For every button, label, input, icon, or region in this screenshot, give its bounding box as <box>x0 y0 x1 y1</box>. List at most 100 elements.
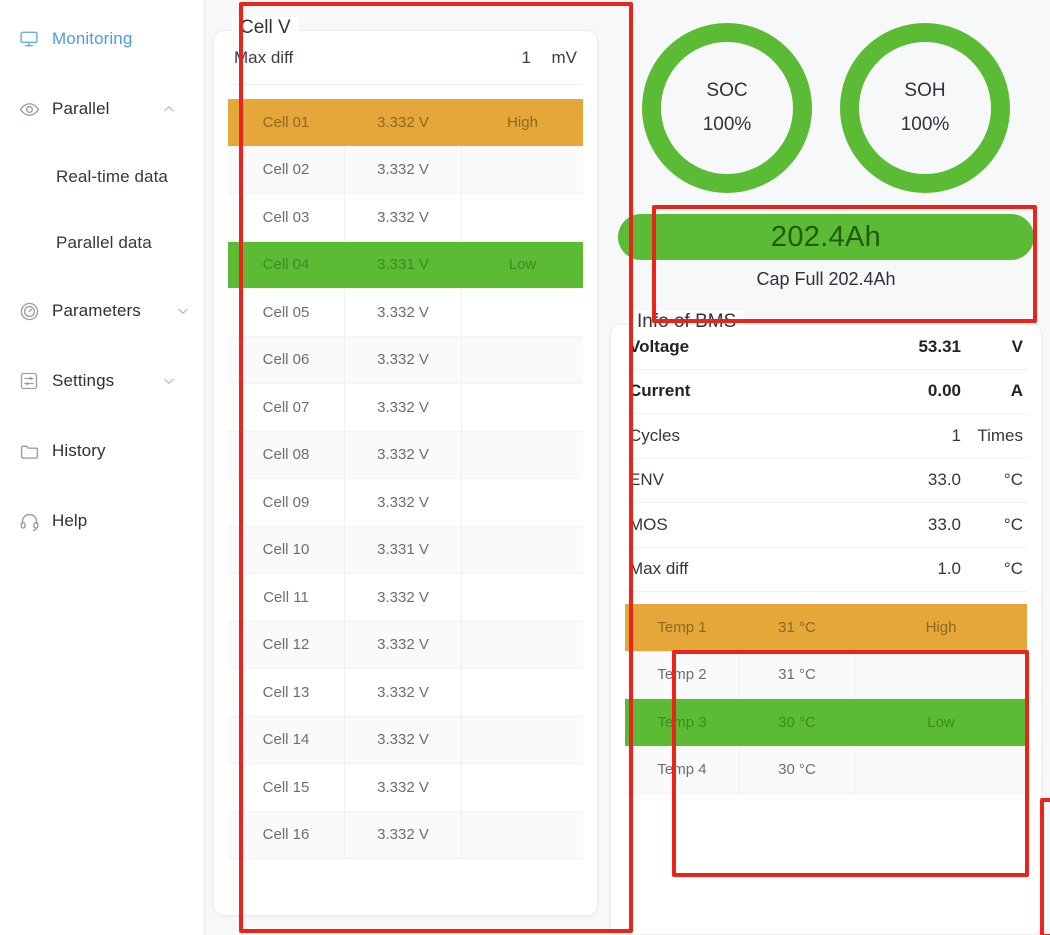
cell-voltage: 3.332 V <box>345 99 462 146</box>
sidebar-item-monitoring[interactable]: Monitoring <box>0 22 204 56</box>
cell-max-diff-row: Max diff 1 mV <box>228 31 583 85</box>
chevron-down-icon[interactable] <box>176 304 190 318</box>
cell-name: Cell 01 <box>228 99 345 146</box>
bms-info-label: ENV <box>629 470 851 490</box>
bms-info-label: Cycles <box>629 426 851 446</box>
cell-row: Cell 063.332 V <box>228 337 583 385</box>
cell-voltage: 3.332 V <box>345 717 462 764</box>
cell-name: Cell 12 <box>228 622 345 669</box>
capacity-section: 202.4Ah Cap Full 202.4Ah <box>610 208 1042 300</box>
cell-status <box>462 432 583 479</box>
chevron-up-icon[interactable] <box>162 102 176 116</box>
gauge-soh: SOH100% <box>840 23 1010 193</box>
soc-soh-gauges: SOC 100% SOH100% <box>610 8 1042 208</box>
temp-name: Temp 3 <box>625 699 740 746</box>
sidebar-item-label: History <box>52 441 106 461</box>
cell-row: Cell 093.332 V <box>228 479 583 527</box>
bms-info-label: MOS <box>629 515 851 535</box>
bms-info-row: Max diff1.0°C <box>625 548 1027 593</box>
cell-name: Cell 10 <box>228 527 345 574</box>
cell-name: Cell 11 <box>228 574 345 621</box>
cell-row: Cell 143.332 V <box>228 717 583 765</box>
bms-info-value: 33.0 <box>851 470 961 490</box>
status-column: SOC100%SOH100% 202.4Ah Cap Full 202.4Ah … <box>610 8 1042 935</box>
cell-row: Cell 073.332 V <box>228 384 583 432</box>
bms-info-value: 0.00 <box>851 381 961 401</box>
sidebar-item-label: Parameters <box>52 301 141 321</box>
sidebar-item-real-time-data[interactable]: Real-time data <box>0 162 204 192</box>
cell-voltage: 3.331 V <box>345 242 462 289</box>
sidebar-item-label: Monitoring <box>52 29 132 49</box>
capacity-subtitle: Cap Full 202.4Ah <box>618 269 1034 290</box>
sidebar-item-history[interactable]: History <box>0 434 204 468</box>
eye-icon <box>18 98 40 120</box>
temp-row: Temp 330 °CLow <box>625 699 1027 747</box>
sidebar-item-label: Parallel data <box>56 233 152 253</box>
cell-max-diff-value: 1 <box>481 48 531 68</box>
bms-info-label: Voltage <box>629 337 851 357</box>
cell-voltage: 3.332 V <box>345 432 462 479</box>
gauge-value: 100% <box>703 114 752 136</box>
cell-row: Cell 103.331 V <box>228 527 583 575</box>
temp-row: Temp 430 °C <box>625 747 1027 795</box>
cell-status <box>462 669 583 716</box>
cell-voltage: 3.332 V <box>345 147 462 194</box>
sidebar-item-parallel-data[interactable]: Parallel data <box>0 228 204 258</box>
cell-status <box>462 194 583 241</box>
temp-status <box>855 747 1027 794</box>
cell-name: Cell 05 <box>228 289 345 336</box>
cell-name: Cell 13 <box>228 669 345 716</box>
temp-status: High <box>855 604 1027 651</box>
cell-name: Cell 06 <box>228 337 345 384</box>
cell-name: Cell 08 <box>228 432 345 479</box>
monitor-icon <box>18 28 40 50</box>
cell-status <box>462 289 583 336</box>
cell-v-panel-title: Cell V <box>232 17 299 39</box>
cell-voltage: 3.331 V <box>345 527 462 574</box>
cell-voltage: 3.332 V <box>345 337 462 384</box>
cell-row: Cell 163.332 V <box>228 812 583 860</box>
cell-voltage-column: Cell V Max diff 1 mV Cell 013.332 VHighC… <box>213 8 598 935</box>
cell-v-panel: Cell V Max diff 1 mV Cell 013.332 VHighC… <box>213 30 598 916</box>
cell-status <box>462 812 583 859</box>
bms-info-value: 1.0 <box>851 559 961 579</box>
cell-status <box>462 384 583 431</box>
gauge-text: SOC 100% <box>642 23 812 193</box>
folder-icon <box>18 440 40 462</box>
cell-name: Cell 16 <box>228 812 345 859</box>
sidebar-item-help[interactable]: Help <box>0 504 204 538</box>
temp-value: 30 °C <box>740 699 855 746</box>
cell-status <box>462 479 583 526</box>
cell-row: Cell 123.332 V <box>228 622 583 670</box>
sidebar-item-parallel[interactable]: Parallel <box>0 92 204 126</box>
temperature-table: Temp 131 °CHighTemp 231 °CTemp 330 °CLow… <box>625 604 1027 794</box>
cell-voltage: 3.332 V <box>345 289 462 336</box>
temp-row: Temp 231 °C <box>625 652 1027 700</box>
bms-info-unit: V <box>961 337 1023 357</box>
bms-info-label: Max diff <box>629 559 851 579</box>
cell-voltage: 3.332 V <box>345 669 462 716</box>
sidebar-item-parameters[interactable]: Parameters <box>0 294 204 328</box>
sidebar-item-settings[interactable]: Settings <box>0 364 204 398</box>
sidebar-item-label: Real-time data <box>56 167 168 187</box>
chevron-down-icon[interactable] <box>162 374 176 388</box>
gauge-name: SOC <box>706 80 747 102</box>
gauge-text: SOH100% <box>840 23 1010 193</box>
temp-value: 31 °C <box>740 652 855 699</box>
cell-row: Cell 013.332 VHigh <box>228 99 583 147</box>
gauge-name: SOH <box>904 80 945 102</box>
bms-info-value: 33.0 <box>851 515 961 535</box>
cell-status: High <box>462 99 583 146</box>
bms-info-value: 53.31 <box>851 337 961 357</box>
sidebar-item-label: Settings <box>52 371 114 391</box>
cell-voltage: 3.332 V <box>345 384 462 431</box>
cell-status <box>462 622 583 669</box>
cell-status <box>462 337 583 384</box>
cell-name: Cell 14 <box>228 717 345 764</box>
cell-voltage: 3.332 V <box>345 574 462 621</box>
cell-status <box>462 147 583 194</box>
cell-voltage-table: Cell 013.332 VHighCell 023.332 VCell 033… <box>228 99 583 859</box>
bms-info-row: Current0.00A <box>625 370 1027 415</box>
bms-info-rows: Voltage53.31VCurrent0.00ACycles1TimesENV… <box>625 325 1027 592</box>
cell-status: Low <box>462 242 583 289</box>
